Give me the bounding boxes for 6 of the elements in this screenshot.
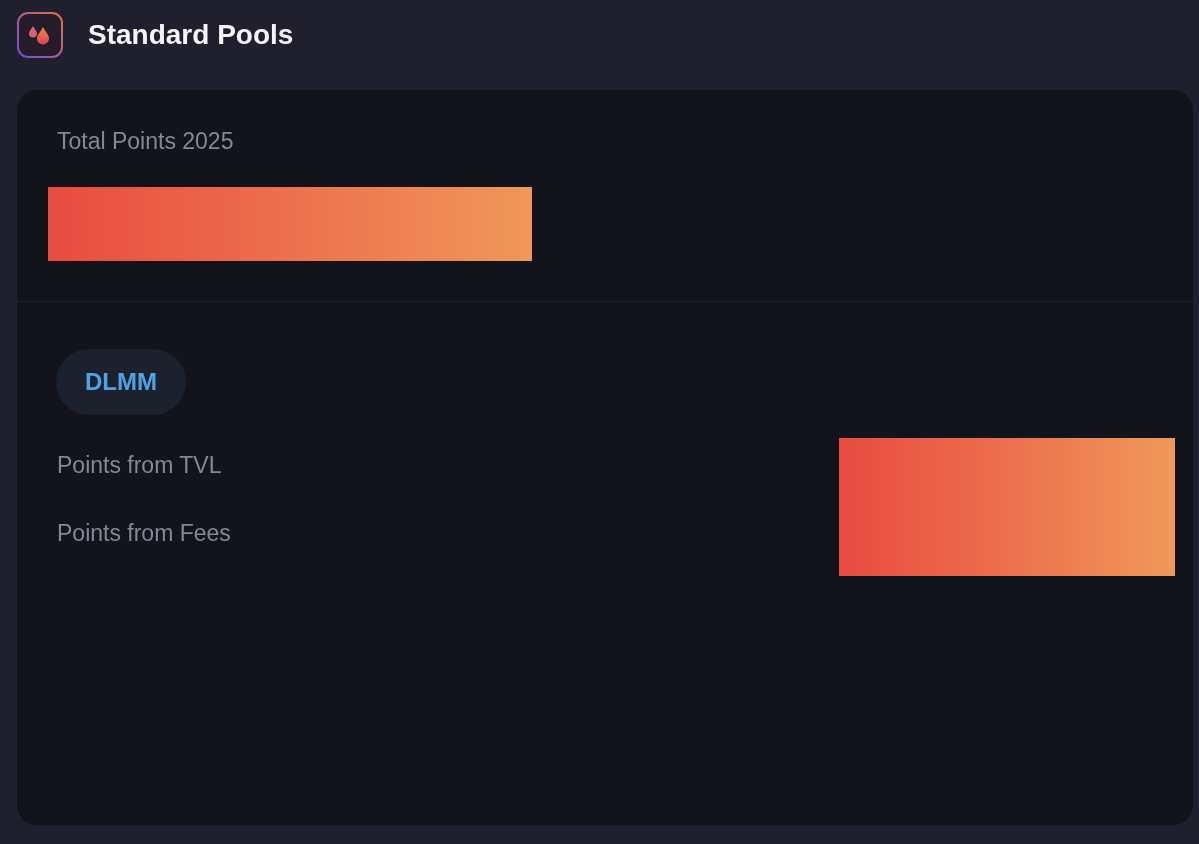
total-points-label: Total Points 2025: [57, 127, 234, 156]
pool-type-badge: DLMM: [56, 349, 186, 415]
page-title: Standard Pools: [88, 18, 294, 52]
water-drops-logo-icon: [17, 12, 63, 58]
points-label: Points from Fees: [57, 519, 231, 548]
points-label: Points from TVL: [57, 451, 222, 480]
